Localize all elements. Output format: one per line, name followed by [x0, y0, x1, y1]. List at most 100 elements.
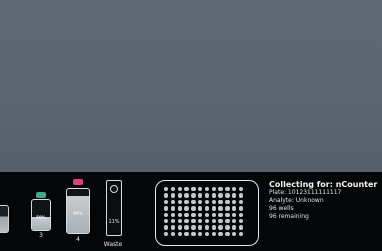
well	[170, 199, 176, 205]
well	[197, 206, 203, 211]
well	[231, 231, 237, 237]
well	[170, 193, 176, 198]
well	[231, 225, 237, 230]
remaining-count: 96 remaining	[269, 213, 309, 220]
well	[218, 187, 223, 192]
well	[170, 231, 176, 237]
waste-container[interactable]: 11%	[106, 180, 122, 236]
well	[191, 231, 196, 237]
well	[218, 218, 223, 224]
well	[204, 231, 210, 237]
bottle-4[interactable]: 95% 4	[65, 179, 91, 243]
well	[170, 206, 176, 211]
well	[177, 225, 182, 230]
bottle-3-cap	[36, 192, 46, 198]
analyte: Analyte: Unknown	[269, 197, 324, 204]
plate-id: Plate: 10123111111117	[269, 189, 342, 196]
well	[211, 199, 216, 205]
well	[225, 199, 230, 205]
well	[197, 199, 203, 205]
well	[184, 199, 189, 205]
well	[204, 218, 210, 224]
main-view-area	[0, 0, 382, 172]
well	[231, 212, 237, 217]
well-plate[interactable]	[155, 180, 259, 246]
well	[191, 199, 196, 205]
bottle-partial-left[interactable]	[0, 205, 9, 233]
well	[211, 193, 216, 198]
well	[204, 193, 210, 198]
well	[191, 206, 196, 211]
wells-count: 96 wells	[269, 205, 294, 212]
well	[197, 212, 203, 217]
well	[191, 225, 196, 230]
well	[211, 218, 216, 224]
well	[164, 231, 169, 237]
well	[211, 231, 216, 237]
bottle-4-fill-label: 95%	[73, 211, 83, 216]
bottle-4-body: 95%	[66, 188, 90, 234]
well	[218, 231, 223, 237]
well	[218, 193, 223, 198]
well	[204, 187, 210, 192]
well	[225, 187, 230, 192]
well-grid	[164, 187, 246, 238]
well	[225, 206, 230, 211]
well	[231, 218, 237, 224]
well	[197, 225, 203, 230]
well	[204, 206, 210, 211]
well	[170, 212, 176, 217]
well	[211, 206, 216, 211]
well	[164, 199, 169, 205]
well	[225, 225, 230, 230]
well	[238, 218, 244, 224]
well	[197, 231, 203, 237]
well	[177, 193, 182, 198]
well	[204, 225, 210, 230]
well	[197, 193, 203, 198]
well	[211, 187, 216, 192]
well	[238, 193, 244, 198]
well	[211, 212, 216, 217]
well	[238, 225, 244, 230]
well	[218, 199, 223, 205]
well	[177, 187, 182, 192]
well	[238, 206, 244, 211]
well	[197, 218, 203, 224]
well	[238, 187, 244, 192]
well	[177, 199, 182, 205]
well	[204, 212, 210, 217]
well	[238, 231, 244, 237]
bottle-4-cap	[73, 179, 83, 185]
well	[238, 212, 244, 217]
well	[191, 218, 196, 224]
well	[177, 206, 182, 211]
well	[211, 225, 216, 230]
well	[225, 231, 230, 237]
well	[184, 193, 189, 198]
well	[191, 187, 196, 192]
bottle-3-fill-label: 50%	[36, 215, 46, 220]
bottle-3[interactable]: 50% 3	[30, 192, 52, 239]
well	[164, 212, 169, 217]
waste-label: Waste	[103, 241, 123, 248]
well	[225, 218, 230, 224]
well	[164, 193, 169, 198]
well	[170, 218, 176, 224]
collection-title: Collecting for: nCounter	[269, 180, 378, 189]
well	[218, 212, 223, 217]
well	[218, 206, 223, 211]
well	[231, 187, 237, 192]
well	[191, 193, 196, 198]
well	[164, 206, 169, 211]
well	[184, 206, 189, 211]
well	[225, 193, 230, 198]
well	[177, 212, 182, 217]
well	[231, 199, 237, 205]
well	[231, 206, 237, 211]
well	[218, 225, 223, 230]
well	[164, 187, 169, 192]
well	[191, 212, 196, 217]
well	[164, 225, 169, 230]
well	[177, 218, 182, 224]
